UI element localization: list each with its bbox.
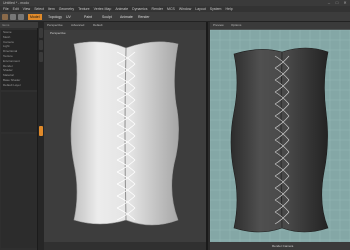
menu-item-system[interactable]: System (210, 7, 222, 11)
menu-item-texture[interactable]: Texture (78, 7, 89, 11)
item-list-row[interactable]: Default Layer (3, 84, 33, 87)
item-list-row[interactable]: Environment (3, 60, 33, 63)
menu-item-vertex-map[interactable]: Vertex Map (94, 7, 112, 11)
item-list-row[interactable]: Base Shader (3, 79, 33, 82)
toolbar-tab-uv[interactable]: UV (64, 14, 73, 20)
item-list-row[interactable]: Directional (3, 50, 33, 53)
panel-header: Items (0, 22, 38, 28)
layout-icon[interactable] (10, 14, 16, 20)
menu-item-edit[interactable]: Edit (13, 7, 19, 11)
modo-logo-icon (2, 14, 8, 20)
toolbar-tab-sculpt[interactable]: Sculpt (100, 14, 114, 20)
menu-item-view[interactable]: View (23, 7, 31, 11)
menu-item-geometry[interactable]: Geometry (59, 7, 74, 11)
item-list-row[interactable]: Scene (3, 31, 33, 34)
maximize-button[interactable]: □ (334, 1, 340, 5)
items-panel: Items Scene Mesh Camera Light Directional Tex… (0, 22, 38, 250)
menu-item-mcs[interactable]: MCS (167, 7, 175, 11)
item-list-row[interactable]: Material (3, 74, 33, 77)
item-list-row[interactable]: Mesh (3, 36, 33, 39)
render-camera-label: Render Camera (272, 244, 294, 248)
toolbar-tab-model[interactable]: Model (28, 14, 42, 20)
menu-item-render[interactable]: Render (152, 7, 163, 11)
menu-item-select[interactable]: Select (34, 7, 44, 11)
select-mode-icon[interactable] (18, 14, 24, 20)
toolbar-tab-paint[interactable]: Paint (82, 14, 94, 20)
main-toolbar: Model Topology UV Paint Sculpt Animate Render (0, 12, 350, 22)
close-button[interactable]: ✕ (342, 1, 348, 5)
toolbar-tab-topology[interactable]: Topology (46, 14, 64, 20)
minimize-button[interactable]: – (326, 1, 332, 5)
side-tab-3[interactable] (39, 52, 43, 62)
preview-footer: Render Camera (210, 242, 350, 250)
item-list-row[interactable]: Texture (3, 55, 33, 58)
toolbar-tab-animate[interactable]: Animate (118, 14, 135, 20)
window-title: Untitled * - modo (3, 1, 30, 5)
perspective-viewport[interactable]: Perspective Advanced Default Perspective (44, 22, 208, 250)
menu-item-animate[interactable]: Animate (115, 7, 128, 11)
menu-item-layout[interactable]: Layout (195, 7, 206, 11)
menu-item-dynamics[interactable]: Dynamics (132, 7, 147, 11)
panel-title: Items (2, 23, 10, 27)
side-tab-2[interactable] (39, 40, 43, 50)
viewport-footer (44, 242, 206, 250)
menu-item-help[interactable]: Help (225, 7, 232, 11)
item-list-row[interactable]: Camera (3, 41, 33, 44)
properties-block (1, 92, 37, 132)
menu-item-window[interactable]: Window (179, 7, 191, 11)
menu-item-file[interactable]: File (3, 7, 9, 11)
preview-viewport[interactable]: Preview Options Render Camera (210, 22, 350, 250)
menu-item-item[interactable]: Item (48, 7, 55, 11)
item-list-row[interactable]: Render (3, 65, 33, 68)
side-tab-1[interactable] (39, 28, 43, 38)
empty-panel-area (1, 134, 37, 248)
side-tab-active[interactable] (39, 126, 43, 136)
toolbar-tab-render[interactable]: Render (136, 14, 151, 20)
item-list-row[interactable]: Shader (3, 69, 33, 72)
item-list-row[interactable]: Light (3, 45, 33, 48)
item-list: Scene Mesh Camera Light Directional Texture En… (1, 30, 37, 90)
